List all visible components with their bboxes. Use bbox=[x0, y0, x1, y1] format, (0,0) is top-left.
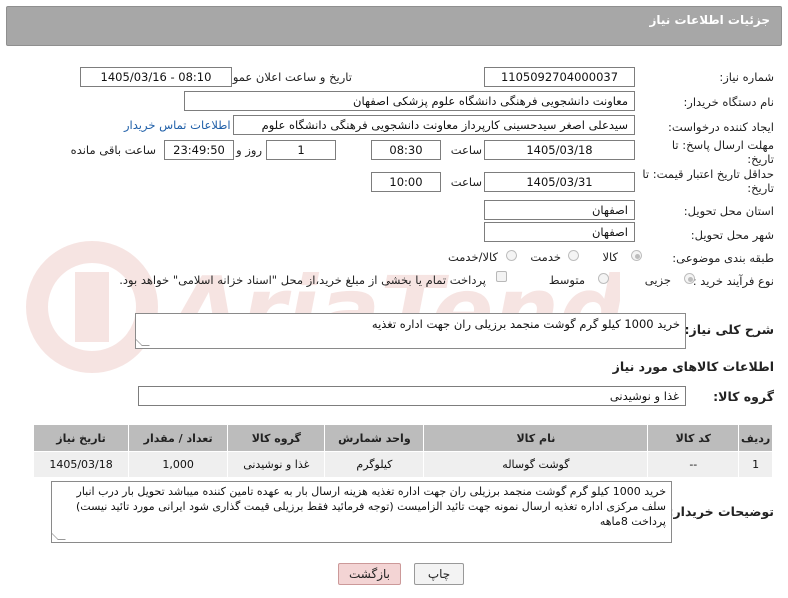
validity-date-field: 1405/03/31 bbox=[484, 172, 635, 192]
cell-code: -- bbox=[647, 451, 740, 478]
reply-time-field: 08:30 bbox=[371, 140, 441, 160]
category-goods-service-label: کالا/خدمت bbox=[447, 250, 498, 264]
need-number-label: شماره نیاز: bbox=[719, 70, 774, 84]
category-label: طبقه بندی موضوعی: bbox=[672, 251, 774, 265]
category-service-label: خدمت bbox=[530, 250, 561, 264]
buyer-org-label: نام دستگاه خریدار: bbox=[683, 95, 774, 109]
general-desc-text: خرید 1000 کیلو گرم گوشت منجمد برزیلی ران… bbox=[371, 317, 680, 331]
reply-date-field: 1405/03/18 bbox=[484, 140, 635, 160]
price-validity-label: حداقل تاریخ اعتبار قیمت: تا تاریخ: bbox=[642, 167, 774, 195]
col-need-date: تاریخ نیاز bbox=[32, 424, 130, 452]
category-goods-label: کالا bbox=[602, 250, 618, 264]
remaining-time-field: 23:49:50 bbox=[164, 140, 234, 160]
cell-group: غذا و نوشیدنی bbox=[227, 451, 326, 478]
time-remaining-label: ساعت باقی مانده bbox=[70, 143, 156, 157]
cell-unit: کیلوگرم bbox=[324, 451, 425, 478]
province-field: اصفهان bbox=[484, 200, 635, 220]
general-desc-label: شرح کلی نیاز: bbox=[684, 322, 774, 337]
process-medium-label: متوسط bbox=[548, 273, 585, 287]
goods-group-label: گروه کالا: bbox=[713, 389, 774, 404]
process-partial-label: جزیی bbox=[644, 273, 671, 287]
col-quantity: تعداد / مقدار bbox=[128, 424, 229, 452]
table-row: 1 -- گوشت گوساله کیلوگرم غذا و نوشیدنی 1… bbox=[32, 451, 773, 478]
buyer-org-field: معاونت دانشجویی فرهنگی دانشگاه علوم پزشک… bbox=[184, 91, 635, 111]
resize-grip-icon[interactable] bbox=[52, 532, 66, 540]
treasury-payment-checkbox[interactable] bbox=[496, 271, 507, 282]
col-row: ردیف bbox=[738, 424, 773, 452]
cell-name: گوشت گوساله bbox=[423, 451, 649, 478]
validity-hour-label: ساعت bbox=[450, 175, 482, 189]
buyer-notes-text: خرید 1000 کیلو گرم گوشت منجمد برزیلی ران… bbox=[75, 485, 666, 528]
requester-field: سیدعلی اصغر سیدحسینی کارپرداز معاونت دان… bbox=[233, 115, 635, 135]
process-medium-radio[interactable] bbox=[598, 273, 609, 284]
items-table: ردیف کد کالا نام کالا واحد شمارش گروه کا… bbox=[32, 424, 773, 478]
cell-row: 1 bbox=[738, 451, 773, 478]
announce-datetime-field: 1405/03/16 - 08:10 bbox=[80, 67, 232, 87]
validity-time-field: 10:00 bbox=[371, 172, 441, 192]
category-goods-service-radio[interactable] bbox=[506, 250, 517, 261]
requester-label: ایجاد کننده درخواست: bbox=[668, 120, 774, 134]
reply-hour-label: ساعت bbox=[450, 143, 482, 157]
page-title: جزئیات اطلاعات نیاز bbox=[649, 13, 770, 27]
resize-grip-icon[interactable] bbox=[136, 338, 150, 346]
process-type-label: نوع فرآیند خرید : bbox=[692, 274, 774, 288]
treasury-payment-note: پرداخت تمام یا بخشی از مبلغ خرید،از محل … bbox=[119, 273, 486, 287]
general-desc-textarea[interactable]: خرید 1000 کیلو گرم گوشت منجمد برزیلی ران… bbox=[135, 313, 686, 349]
table-header-row: ردیف کد کالا نام کالا واحد شمارش گروه کا… bbox=[32, 424, 773, 452]
buyer-notes-textarea[interactable]: خرید 1000 کیلو گرم گوشت منجمد برزیلی ران… bbox=[51, 481, 672, 543]
process-partial-radio[interactable] bbox=[684, 273, 695, 284]
back-button[interactable]: بازگشت bbox=[338, 563, 401, 585]
city-field: اصفهان bbox=[484, 222, 635, 242]
need-number-field: 1105092704000037 bbox=[484, 67, 635, 87]
cell-need-date: 1405/03/18 bbox=[32, 451, 130, 478]
col-name: نام کالا bbox=[423, 424, 649, 452]
goods-info-heading: اطلاعات کالاهای مورد نیاز bbox=[612, 359, 774, 374]
col-code: کد کالا bbox=[647, 424, 740, 452]
goods-group-field: غذا و نوشیدنی bbox=[138, 386, 686, 406]
print-button[interactable]: چاپ bbox=[414, 563, 464, 585]
category-goods-radio[interactable] bbox=[631, 250, 642, 261]
buyer-contact-link[interactable]: اطلاعات تماس خریدار bbox=[124, 118, 231, 132]
days-field: 1 bbox=[266, 140, 336, 160]
buyer-notes-label: توضیحات خریدار: bbox=[668, 504, 774, 519]
cell-quantity: 1,000 bbox=[128, 451, 229, 478]
day-and-label: روز و bbox=[236, 143, 262, 157]
reply-deadline-label: مهلت ارسال پاسخ: تا تاریخ: bbox=[671, 138, 774, 166]
city-label: شهر محل تحویل: bbox=[690, 228, 774, 242]
province-label: استان محل تحویل: bbox=[683, 204, 774, 218]
category-service-radio[interactable] bbox=[568, 250, 579, 261]
col-group: گروه کالا bbox=[227, 424, 326, 452]
col-unit: واحد شمارش bbox=[324, 424, 425, 452]
announce-datetime-label: تاریخ و ساعت اعلان عمومی: bbox=[213, 70, 352, 84]
